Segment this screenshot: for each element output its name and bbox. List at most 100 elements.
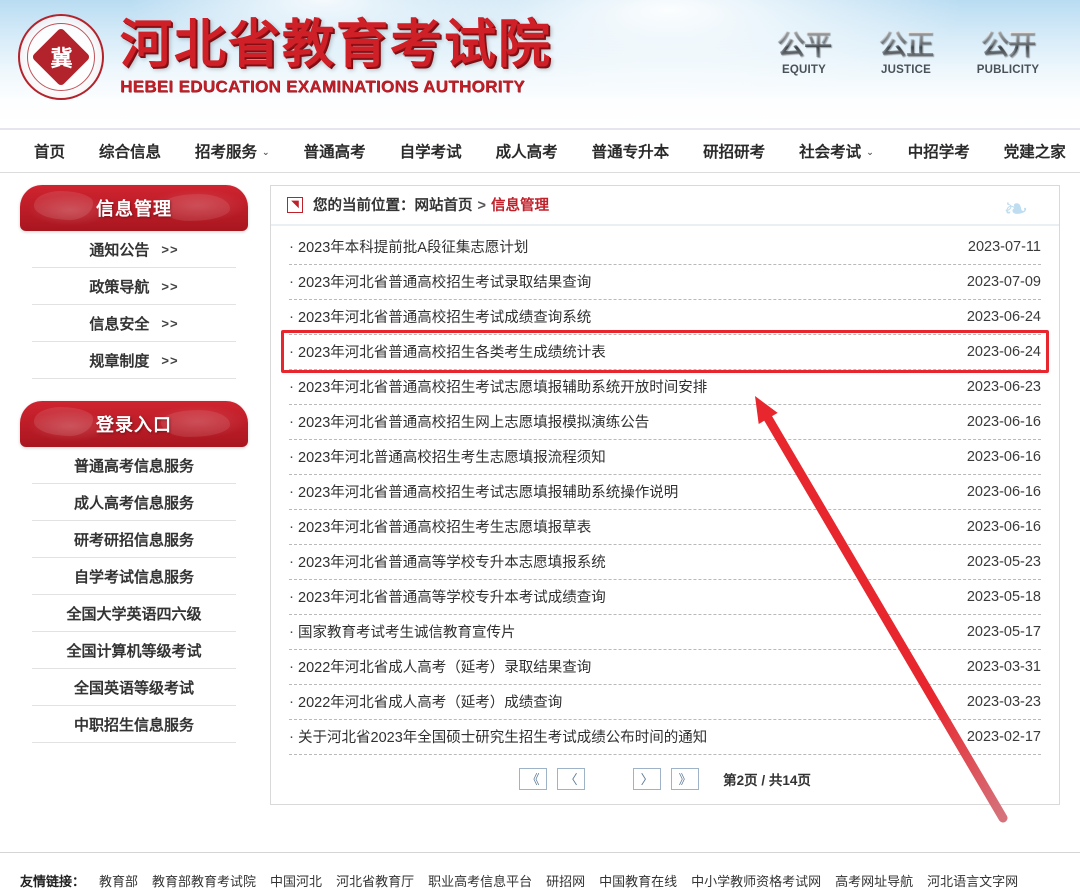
- footer-link-0[interactable]: 教育部: [99, 871, 138, 890]
- sidebar-info-item-2[interactable]: 信息安全 >>: [32, 305, 236, 342]
- news-row[interactable]: · 2023年河北省普通高校招生考生志愿填报草表 2023-06-16: [289, 510, 1041, 545]
- news-date: 2023-06-16: [966, 448, 1041, 465]
- news-row[interactable]: · 国家教育考试考生诚信教育宣传片 2023-05-17: [289, 615, 1041, 650]
- footer-link-2[interactable]: 中国河北: [270, 871, 322, 890]
- nav-item-7[interactable]: 研招研考: [686, 140, 782, 162]
- pagination-info: 第2页 / 共14页: [723, 773, 811, 789]
- pagination-next-button[interactable]: 〉: [633, 768, 662, 791]
- news-title-link[interactable]: 关于河北省2023年全国硕士研究生招生考试成绩公布时间的通知: [298, 726, 955, 747]
- sidebar-info-item-label: 信息安全: [89, 315, 150, 333]
- footer-link-8[interactable]: 高考网址导航: [835, 871, 913, 890]
- news-row[interactable]: · 2023年河北普通高校招生考生志愿填报流程须知 2023-06-16: [289, 440, 1041, 475]
- news-row[interactable]: · 2022年河北省成人高考（延考）成绩查询 2023-03-23: [289, 685, 1041, 720]
- footer-link-9[interactable]: 河北语言文字网: [927, 871, 1018, 890]
- sidebar-info-item-3[interactable]: 规章制度 >>: [32, 342, 236, 379]
- sidebar-info-item-1[interactable]: 政策导航 >>: [32, 268, 236, 305]
- nav-item-1[interactable]: 综合信息: [82, 140, 178, 162]
- news-title-link[interactable]: 2023年河北省普通高校招生考试成绩查询系统: [298, 306, 955, 327]
- sidebar-panel-login-entry: 登录入口 普通高考信息服务 成人高考信息服务 研考研招信息服务 自学考试信息服务 全国大…: [20, 401, 248, 743]
- sidebar-login-item-label: 全国大学英语四六级: [66, 605, 202, 623]
- bullet-icon: ·: [289, 448, 294, 466]
- bullet-icon: ·: [289, 308, 294, 326]
- news-title-link[interactable]: 2023年河北省普通高校招生考生志愿填报草表: [298, 516, 955, 537]
- news-title-link[interactable]: 2023年河北省普通高校招生网上志愿填报模拟演练公告: [298, 411, 955, 432]
- nav-item-0[interactable]: 首页: [28, 140, 82, 162]
- footer-link-5[interactable]: 研招网: [546, 871, 585, 890]
- sidebar-info-item-0[interactable]: 通知公告 >>: [32, 231, 236, 268]
- sidebar-login-item-label: 中职招生信息服务: [73, 716, 194, 734]
- news-row[interactable]: · 2023年河北省普通高校招生各类考生成绩统计表 2023-06-24: [289, 335, 1041, 370]
- sidebar-login-item-7[interactable]: 中职招生信息服务: [32, 706, 236, 743]
- news-row[interactable]: · 2023年河北省普通高校招生网上志愿填报模拟演练公告 2023-06-16: [289, 405, 1041, 440]
- main-navigation: 首页 综合信息 招考服务 ⌄ 普通高考 自学考试 成人高考 普通专升本 研招研考 社会考试 ⌄ 中招学…: [0, 128, 1080, 173]
- nav-item-label: 招考服务: [195, 144, 258, 161]
- news-title-link[interactable]: 2023年河北省普通高等学校专升本志愿填报系统: [298, 551, 955, 572]
- sidebar-login-item-5[interactable]: 全国计算机等级考试: [32, 632, 236, 669]
- footer-link-3[interactable]: 河北省教育厅: [336, 871, 414, 890]
- news-date: 2023-06-24: [966, 308, 1041, 325]
- news-row[interactable]: · 2023年河北省普通高校招生考试录取结果查询 2023-07-09: [289, 265, 1041, 300]
- nav-item-6[interactable]: 普通专升本: [575, 140, 687, 162]
- news-date: 2023-06-24: [966, 343, 1041, 360]
- nav-item-5[interactable]: 成人高考: [479, 140, 575, 162]
- nav-item-10[interactable]: 党建之家: [987, 140, 1080, 162]
- news-row[interactable]: · 2022年河北省成人高考（延考）录取结果查询 2023-03-31: [289, 650, 1041, 685]
- nav-item-4[interactable]: 自学考试: [383, 140, 479, 162]
- nav-item-9[interactable]: 中招学考: [891, 140, 987, 162]
- sidebar-login-item-1[interactable]: 成人高考信息服务: [32, 484, 236, 521]
- pagination-last-button[interactable]: 》: [671, 768, 700, 791]
- sidebar-login-item-2[interactable]: 研考研招信息服务: [32, 521, 236, 558]
- motto-equity-en: EQUITY: [781, 64, 826, 76]
- site-title-en: HEBEI EDUCATION EXAMINATIONS AUTHORITY: [120, 76, 525, 96]
- chevron-down-icon: ⌄: [866, 146, 874, 157]
- pagination-prev-button[interactable]: 〈: [557, 768, 586, 791]
- news-title-link[interactable]: 2022年河北省成人高考（延考）录取结果查询: [298, 656, 955, 677]
- footer-link-7[interactable]: 中小学教师资格考试网: [691, 871, 821, 890]
- pagination-first-button[interactable]: 《: [519, 768, 548, 791]
- sidebar-login-item-label: 全国英语等级考试: [73, 679, 194, 697]
- footer: 友情链接： 教育部 教育部教育考试院 中国河北 河北省教育厅 职业高考信息平台 研招网 中国…: [0, 852, 1080, 892]
- nav-item-8[interactable]: 社会考试 ⌄: [782, 140, 891, 162]
- sidebar-login-item-3[interactable]: 自学考试信息服务: [32, 558, 236, 595]
- motto-publicity-cn: 公开: [966, 32, 1050, 60]
- news-date: 2023-06-16: [966, 518, 1041, 535]
- news-row[interactable]: · 关于河北省2023年全国硕士研究生招生考试成绩公布时间的通知 2023-02-1…: [289, 720, 1041, 755]
- sidebar-login-item-4[interactable]: 全国大学英语四六级: [32, 595, 236, 632]
- sidebar-info-item-label: 通知公告: [89, 241, 150, 259]
- news-date: 2023-06-16: [966, 483, 1041, 500]
- main-area: 信息管理 通知公告 >> 政策导航 >> 信息安全 >> 规章制度 >> 登录入口 普通高考信…: [0, 173, 1080, 852]
- news-title-link[interactable]: 2023年河北省普通高校招生考试志愿填报辅助系统操作说明: [298, 481, 955, 502]
- motto-equity: 公平 EQUITY: [762, 32, 846, 77]
- breadcrumb-marker-icon: ◥: [287, 196, 303, 213]
- news-title-link[interactable]: 2023年河北省普通高校招生考试录取结果查询: [298, 271, 955, 292]
- nav-item-3[interactable]: 普通高考: [287, 140, 383, 162]
- footer-link-6[interactable]: 中国教育在线: [599, 871, 677, 890]
- sidebar-login-item-label: 自学考试信息服务: [73, 568, 194, 586]
- sidebar-login-item-6[interactable]: 全国英语等级考试: [32, 669, 236, 706]
- footer-link-1[interactable]: 教育部教育考试院: [152, 871, 256, 890]
- news-title-link[interactable]: 2023年河北省普通高校招生考试志愿填报辅助系统开放时间安排: [298, 376, 955, 397]
- news-title-link[interactable]: 2023年河北省普通高等学校专升本考试成绩查询: [298, 586, 955, 607]
- sidebar-login-item-label: 普通高考信息服务: [73, 457, 194, 475]
- news-title-link[interactable]: 国家教育考试考生诚信教育宣传片: [298, 621, 955, 642]
- footer-label: 友情链接：: [20, 874, 86, 889]
- footer-link-4[interactable]: 职业高考信息平台: [428, 871, 532, 890]
- news-row[interactable]: · 2023年本科提前批A段征集志愿计划 2023-07-11: [289, 230, 1041, 265]
- news-title-link[interactable]: 2023年河北普通高校招生考生志愿填报流程须知: [298, 446, 955, 467]
- sidebar-login-item-0[interactable]: 普通高考信息服务: [32, 447, 236, 484]
- info-panel-header: 信息管理: [20, 185, 248, 231]
- motto-equity-cn: 公平: [762, 32, 846, 60]
- site-titles: 河北省教育考试院 HEBEI EDUCATION EXAMINATIONS AU…: [120, 13, 552, 97]
- nav-item-2[interactable]: 招考服务 ⌄: [178, 140, 287, 162]
- bullet-icon: ·: [289, 483, 294, 501]
- news-title-link[interactable]: 2022年河北省成人高考（延考）成绩查询: [298, 691, 955, 712]
- news-title-link[interactable]: 2023年河北省普通高校招生各类考生成绩统计表: [298, 341, 955, 362]
- news-row[interactable]: · 2023年河北省普通高等学校专升本考试成绩查询 2023-05-18: [289, 580, 1041, 615]
- news-date: 2023-06-16: [966, 413, 1041, 430]
- news-row[interactable]: · 2023年河北省普通高校招生考试成绩查询系统 2023-06-24: [289, 300, 1041, 335]
- news-row[interactable]: · 2023年河北省普通高校招生考试志愿填报辅助系统操作说明 2023-06-16: [289, 475, 1041, 510]
- news-row[interactable]: · 2023年河北省普通高校招生考试志愿填报辅助系统开放时间安排 2023-06-2…: [289, 370, 1041, 405]
- news-title-link[interactable]: 2023年本科提前批A段征集志愿计划: [298, 236, 956, 257]
- news-row[interactable]: · 2023年河北省普通高等学校专升本志愿填报系统 2023-05-23: [289, 545, 1041, 580]
- breadcrumb-home-link[interactable]: 网站首页: [415, 198, 473, 214]
